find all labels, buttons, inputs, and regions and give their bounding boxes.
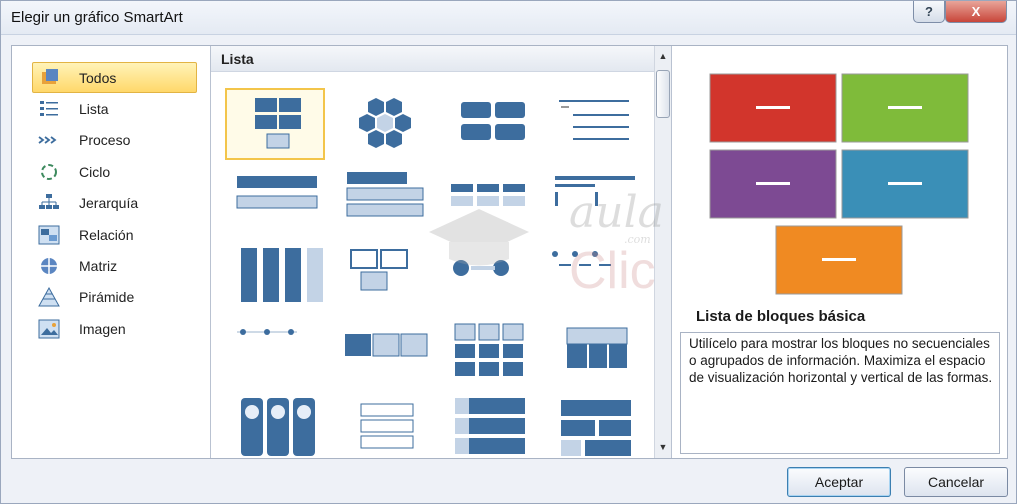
layout-name: Lista de bloques básica xyxy=(696,308,866,325)
layout-thumbnail-image xyxy=(255,98,301,149)
cycle-icon xyxy=(41,163,57,180)
layout-thumbnail-image xyxy=(454,323,524,376)
category-item-proceso[interactable]: Proceso xyxy=(32,125,197,156)
category-item-relación[interactable]: Relación xyxy=(32,219,197,250)
category-item-todos[interactable]: Todos xyxy=(32,62,197,94)
title-bar: Elegir un gráfico SmartArt ? X xyxy=(1,1,1016,35)
category-label: Relación xyxy=(79,226,134,243)
category-label: Proceso xyxy=(79,132,131,149)
category-item-ciclo[interactable]: Ciclo xyxy=(32,156,197,187)
layout-thumbnail-image xyxy=(237,329,297,335)
layout-thumbnail[interactable] xyxy=(225,88,325,160)
layout-thumbnail[interactable] xyxy=(331,240,431,312)
layout-thumbnail[interactable] xyxy=(225,240,325,312)
pyramid-icon xyxy=(38,287,60,307)
layout-thumbnail-image xyxy=(552,251,611,266)
category-list: Todos Lista Proceso Ciclo Jerarquía Relación M… xyxy=(12,46,211,458)
category-label: Lista xyxy=(79,101,109,118)
layout-thumbnail[interactable] xyxy=(331,316,431,388)
category-label: Pirámide xyxy=(79,289,135,306)
layout-thumbnail[interactable] xyxy=(331,164,431,236)
scroll-down-icon[interactable]: ▼ xyxy=(655,439,671,456)
layout-thumbnail[interactable] xyxy=(437,316,537,388)
category-label: Ciclo xyxy=(79,163,111,180)
layout-thumbnail-image xyxy=(555,176,635,206)
cancel-button[interactable]: Cancelar xyxy=(904,467,1008,497)
layout-thumbnail[interactable] xyxy=(437,392,537,464)
help-button[interactable]: ? xyxy=(913,1,945,23)
layout-thumbnail[interactable] xyxy=(225,392,325,464)
ok-button[interactable]: Aceptar xyxy=(787,467,891,497)
layout-thumbnail[interactable] xyxy=(331,392,431,464)
smartart-dialog: Elegir un gráfico SmartArt ? X Todos List… xyxy=(0,0,1017,504)
layout-thumbnail[interactable] xyxy=(437,88,537,160)
gallery-header: Lista xyxy=(211,46,654,72)
category-item-imagen[interactable]: Imagen xyxy=(32,313,197,344)
layout-description: Utilícelo para mostrar los bloques no se… xyxy=(680,332,1000,454)
layout-thumbnail-image xyxy=(566,327,628,368)
scroll-thumb[interactable] xyxy=(656,70,670,118)
layout-thumbnail-image xyxy=(346,172,424,217)
layout-thumbnail[interactable] xyxy=(331,88,431,160)
layout-thumbnail-image xyxy=(451,184,525,206)
gallery-scrollbar[interactable]: ▲ ▼ xyxy=(654,46,671,458)
layout-thumbnail[interactable] xyxy=(437,164,537,236)
category-item-jerarquía[interactable]: Jerarquía xyxy=(32,188,197,219)
layout-thumbnail-image xyxy=(559,100,629,140)
layout-thumbnail[interactable] xyxy=(543,316,643,388)
category-label: Matriz xyxy=(79,258,118,275)
layout-gallery: Lista ▲ ▼ xyxy=(211,46,671,458)
layout-thumbnail-image xyxy=(561,400,631,456)
layout-thumbnail-image xyxy=(359,98,411,148)
help-icon: ? xyxy=(925,4,933,19)
layout-thumbnail[interactable] xyxy=(437,240,537,312)
category-label: Jerarquía xyxy=(79,195,139,212)
dialog-content: Todos Lista Proceso Ciclo Jerarquía Relación M… xyxy=(11,45,1008,459)
preview-diagram xyxy=(709,73,969,295)
close-button[interactable]: X xyxy=(945,1,1007,23)
close-icon: X xyxy=(971,4,981,19)
picture-icon xyxy=(38,319,60,339)
layout-thumbnail-image xyxy=(461,102,525,140)
process-icon xyxy=(38,136,57,145)
all-icon xyxy=(42,68,58,84)
layout-thumbnail[interactable] xyxy=(225,316,325,388)
category-item-lista[interactable]: Lista xyxy=(32,93,197,124)
layout-thumbnail-image xyxy=(241,248,323,302)
layout-thumbnail-image xyxy=(345,333,428,357)
preview-panel: Lista de bloques básica Utilícelo para m… xyxy=(671,46,1007,458)
category-item-matriz[interactable]: Matriz xyxy=(32,250,197,281)
layout-thumbnail[interactable] xyxy=(543,88,643,160)
category-label: Imagen xyxy=(79,320,126,337)
category-label: Todos xyxy=(79,69,117,86)
layout-thumbnail[interactable] xyxy=(543,392,643,464)
list-icon xyxy=(40,101,58,117)
relationship-icon xyxy=(38,225,60,245)
hierarchy-icon xyxy=(39,194,59,210)
scroll-up-icon[interactable]: ▲ xyxy=(655,48,671,65)
layout-thumbnail[interactable] xyxy=(543,240,643,312)
category-item-pirámide[interactable]: Pirámide xyxy=(32,282,197,313)
layout-thumbnail-image xyxy=(236,176,318,209)
layout-thumbnail-image xyxy=(241,398,315,456)
layout-thumbnail[interactable] xyxy=(225,164,325,236)
layout-thumbnail-image xyxy=(360,403,414,449)
matrix-icon xyxy=(41,258,57,275)
layout-thumbnail-image xyxy=(453,260,509,276)
layout-thumbnail[interactable] xyxy=(543,164,643,236)
layout-thumbnail-image xyxy=(350,249,408,291)
dialog-title: Elegir un gráfico SmartArt xyxy=(11,9,183,26)
layout-thumbnail-image xyxy=(455,398,525,454)
